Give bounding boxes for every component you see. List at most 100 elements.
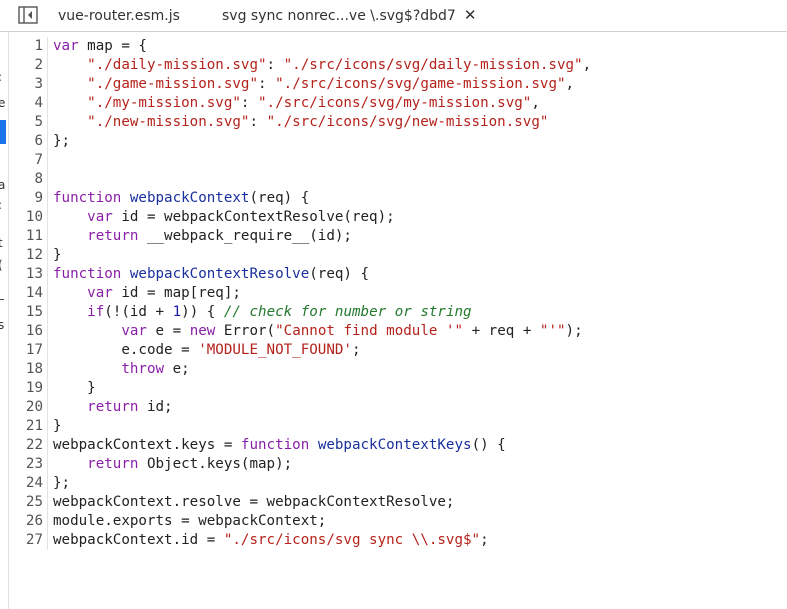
- gutter-divider: [47, 170, 48, 189]
- code-line: 6};: [9, 132, 591, 151]
- gutter-divider: [47, 417, 48, 436]
- tab-vue-router[interactable]: vue-router.esm.js: [58, 0, 180, 31]
- gutter-divider: [47, 531, 48, 550]
- code-token: webpackContext: [129, 190, 250, 206]
- code-token: :: [240, 95, 259, 111]
- code-text: e.code = 'MODULE_NOT_FOUND';: [53, 341, 360, 360]
- code-token: return: [87, 456, 139, 472]
- code-token: throw: [121, 361, 165, 377]
- panel-text-fragment: (: [0, 258, 3, 272]
- code-text: function webpackContext(req) {: [53, 189, 309, 208]
- code-token: var: [53, 38, 79, 54]
- gutter-divider: [47, 75, 48, 94]
- code-token: e.code =: [53, 342, 199, 358]
- code-token: e;: [164, 361, 190, 377]
- code-line: 16 var e = new Error("Cannot find module…: [9, 322, 591, 341]
- gutter-divider: [47, 227, 48, 246]
- code-token: webpackContext.id =: [53, 532, 224, 548]
- code-token: var: [87, 285, 113, 301]
- line-number: 24: [25, 475, 43, 491]
- code-text: var e = new Error("Cannot find module '"…: [53, 322, 583, 341]
- line-number: 26: [25, 513, 43, 529]
- code-text: var id = map[req];: [53, 284, 241, 303]
- code-token: "./new-mission.svg": [87, 114, 250, 130]
- gutter-divider: [47, 208, 48, 227]
- line-number: 2: [34, 57, 43, 73]
- line-number: 27: [25, 532, 43, 548]
- code-line: 8: [9, 170, 591, 189]
- code-editor[interactable]: 1 var map = {2 "./daily-mission.svg": "./…: [9, 32, 787, 609]
- panel-text-fragment: t: [0, 236, 3, 250]
- line-number: 19: [25, 380, 43, 396]
- code-token: };: [53, 475, 71, 491]
- panel-text-fragment: :: [0, 198, 2, 212]
- code-token: ,: [531, 95, 540, 111]
- code-line: 19 }: [9, 379, 591, 398]
- code-line: 21}: [9, 417, 591, 436]
- code-token: id = map[req];: [112, 285, 241, 301]
- code-token: webpackContextKeys: [317, 437, 472, 453]
- code-line: 15 if(!(id + 1)) { // check for number o…: [9, 303, 591, 322]
- code-token: if: [87, 304, 105, 320]
- code-token: "./src/icons/svg/game-mission.svg": [275, 76, 566, 92]
- code-token: map = {: [78, 38, 147, 54]
- tab-bar: vue-router.esm.js svg sync nonrec...ve \…: [0, 0, 787, 32]
- code-token: webpackContext.keys =: [53, 437, 241, 453]
- code-line: 7: [9, 151, 591, 170]
- code-token: :: [249, 114, 267, 130]
- code-token: "./src/icons/svg sync \\.svg$": [223, 532, 481, 548]
- line-number: 17: [25, 342, 43, 358]
- code-token: );: [565, 323, 583, 339]
- code-text: return __webpack_require__(id);: [53, 227, 352, 246]
- code-text: };: [53, 474, 70, 493]
- code-line: 24};: [9, 474, 591, 493]
- gutter-divider: [47, 341, 48, 360]
- code-token: __webpack_require__(id);: [138, 228, 352, 244]
- gutter-divider: [47, 151, 48, 170]
- code-token: "./src/icons/svg/daily-mission.svg": [283, 57, 583, 73]
- code-text: }: [53, 417, 62, 436]
- code-line: 23 return Object.keys(map);: [9, 455, 591, 474]
- tab-svg-sync[interactable]: svg sync nonrec...ve \.svg$?dbd7 ✕: [222, 0, 476, 31]
- code-token: ,: [565, 76, 575, 92]
- code-text: "./daily-mission.svg": "./src/icons/svg/…: [53, 56, 591, 75]
- code-text: webpackContext.id = "./src/icons/svg syn…: [53, 531, 489, 550]
- code-line: 2 "./daily-mission.svg": "./src/icons/sv…: [9, 56, 591, 75]
- code-token: function: [53, 190, 122, 206]
- gutter-divider: [47, 493, 48, 512]
- toggle-navigator-button[interactable]: [17, 5, 39, 25]
- gutter-divider: [47, 94, 48, 113]
- line-number: 16: [25, 323, 43, 339]
- tab-label: vue-router.esm.js: [58, 7, 180, 24]
- code-line: 17 e.code = 'MODULE_NOT_FOUND';: [9, 341, 591, 360]
- code-token: Object.keys(map);: [138, 456, 293, 472]
- line-number: 5: [34, 114, 43, 130]
- code-token: module.exports = webpackContext;: [53, 513, 327, 529]
- code-text: };: [53, 132, 70, 151]
- line-number: 14: [25, 285, 43, 301]
- gutter-divider: [47, 37, 48, 56]
- code-token: :: [266, 57, 284, 73]
- code-token: webpackContext.resolve = webpackContextR…: [53, 494, 455, 510]
- code-text: if(!(id + 1)) { // check for number or s…: [53, 303, 471, 322]
- gutter-divider: [47, 189, 48, 208]
- code-token: function: [240, 437, 310, 453]
- code-line: 10 var id = webpackContextResolve(req);: [9, 208, 591, 227]
- code-line: 3 "./game-mission.svg": "./src/icons/svg…: [9, 75, 591, 94]
- code-text: }: [53, 246, 62, 265]
- close-icon[interactable]: ✕: [464, 8, 477, 23]
- line-number: 6: [34, 133, 43, 149]
- code-token: ,: [582, 57, 592, 73]
- panel-text-fragment: e: [0, 96, 5, 110]
- code-token: new: [189, 323, 216, 339]
- code-line: 14 var id = map[req];: [9, 284, 591, 303]
- code-token: return: [87, 228, 139, 244]
- code-text: throw e;: [53, 360, 190, 379]
